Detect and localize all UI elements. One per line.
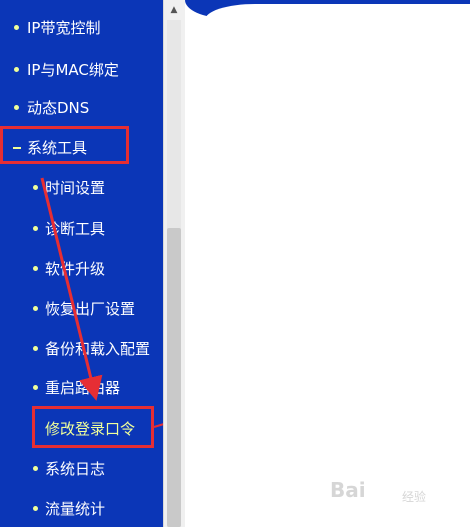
bullet-icon bbox=[14, 67, 19, 72]
menu-item-label: IP带宽控制 bbox=[27, 19, 101, 37]
menu-item-system-tools[interactable]: 系统工具 bbox=[0, 133, 163, 163]
menu-item-label: 修改登录口令 bbox=[45, 420, 136, 438]
bullet-icon bbox=[33, 185, 38, 190]
menu-item-firmware-upgrade[interactable]: 软件升级 bbox=[0, 254, 163, 284]
menu-item-label: 软件升级 bbox=[45, 260, 106, 278]
menu-item-traffic-stats[interactable]: 流量统计 bbox=[0, 494, 163, 524]
menu-item-label: IP与MAC绑定 bbox=[27, 61, 119, 79]
menu-item-factory-reset[interactable]: 恢复出厂设置 bbox=[0, 294, 163, 324]
content-pane bbox=[185, 0, 470, 527]
scroll-thumb[interactable] bbox=[167, 228, 181, 527]
menu-item-label: 系统工具 bbox=[27, 139, 88, 157]
scroll-up-icon[interactable]: ▲ bbox=[166, 2, 182, 18]
sidebar-menu: IP带宽控制 IP与MAC绑定 动态DNS 系统工具 时间设置 诊断工具 软件升… bbox=[0, 0, 163, 527]
menu-item-label: 系统日志 bbox=[45, 460, 106, 478]
menu-item-label: 时间设置 bbox=[45, 179, 106, 197]
bullet-icon bbox=[33, 346, 38, 351]
bullet-icon bbox=[33, 226, 38, 231]
watermark-subtext: 经验 bbox=[402, 490, 427, 504]
bullet-icon bbox=[14, 25, 19, 30]
watermark-logo: Bai 经验 bbox=[330, 478, 450, 518]
menu-item-change-password[interactable]: 修改登录口令 bbox=[0, 414, 163, 444]
content-frame-border bbox=[185, 0, 470, 24]
bullet-icon bbox=[33, 385, 38, 390]
vertical-scrollbar[interactable]: ▲ bbox=[163, 0, 185, 527]
menu-item-ddns[interactable]: 动态DNS bbox=[0, 93, 163, 123]
menu-item-time-settings[interactable]: 时间设置 bbox=[0, 173, 163, 203]
bullet-icon bbox=[33, 466, 38, 471]
menu-item-ip-mac-binding[interactable]: IP与MAC绑定 bbox=[0, 55, 163, 85]
bullet-icon bbox=[14, 105, 19, 110]
menu-item-ip-bandwidth[interactable]: IP带宽控制 bbox=[0, 13, 163, 43]
bullet-icon bbox=[33, 306, 38, 311]
menu-item-label: 恢复出厂设置 bbox=[45, 300, 136, 318]
menu-item-label: 备份和载入配置 bbox=[45, 340, 151, 358]
collapse-icon bbox=[13, 147, 21, 149]
bullet-icon bbox=[33, 266, 38, 271]
menu-item-label: 重启路由器 bbox=[45, 379, 121, 397]
bullet-icon bbox=[33, 506, 38, 511]
menu-item-label: 流量统计 bbox=[45, 500, 106, 518]
menu-item-backup-restore[interactable]: 备份和载入配置 bbox=[0, 334, 163, 364]
menu-item-reboot-router[interactable]: 重启路由器 bbox=[0, 373, 163, 403]
menu-item-diagnostics[interactable]: 诊断工具 bbox=[0, 214, 163, 244]
watermark-text: Bai bbox=[330, 478, 366, 502]
menu-item-system-log[interactable]: 系统日志 bbox=[0, 454, 163, 484]
menu-item-label: 诊断工具 bbox=[45, 220, 106, 238]
menu-item-label: 动态DNS bbox=[27, 99, 90, 117]
